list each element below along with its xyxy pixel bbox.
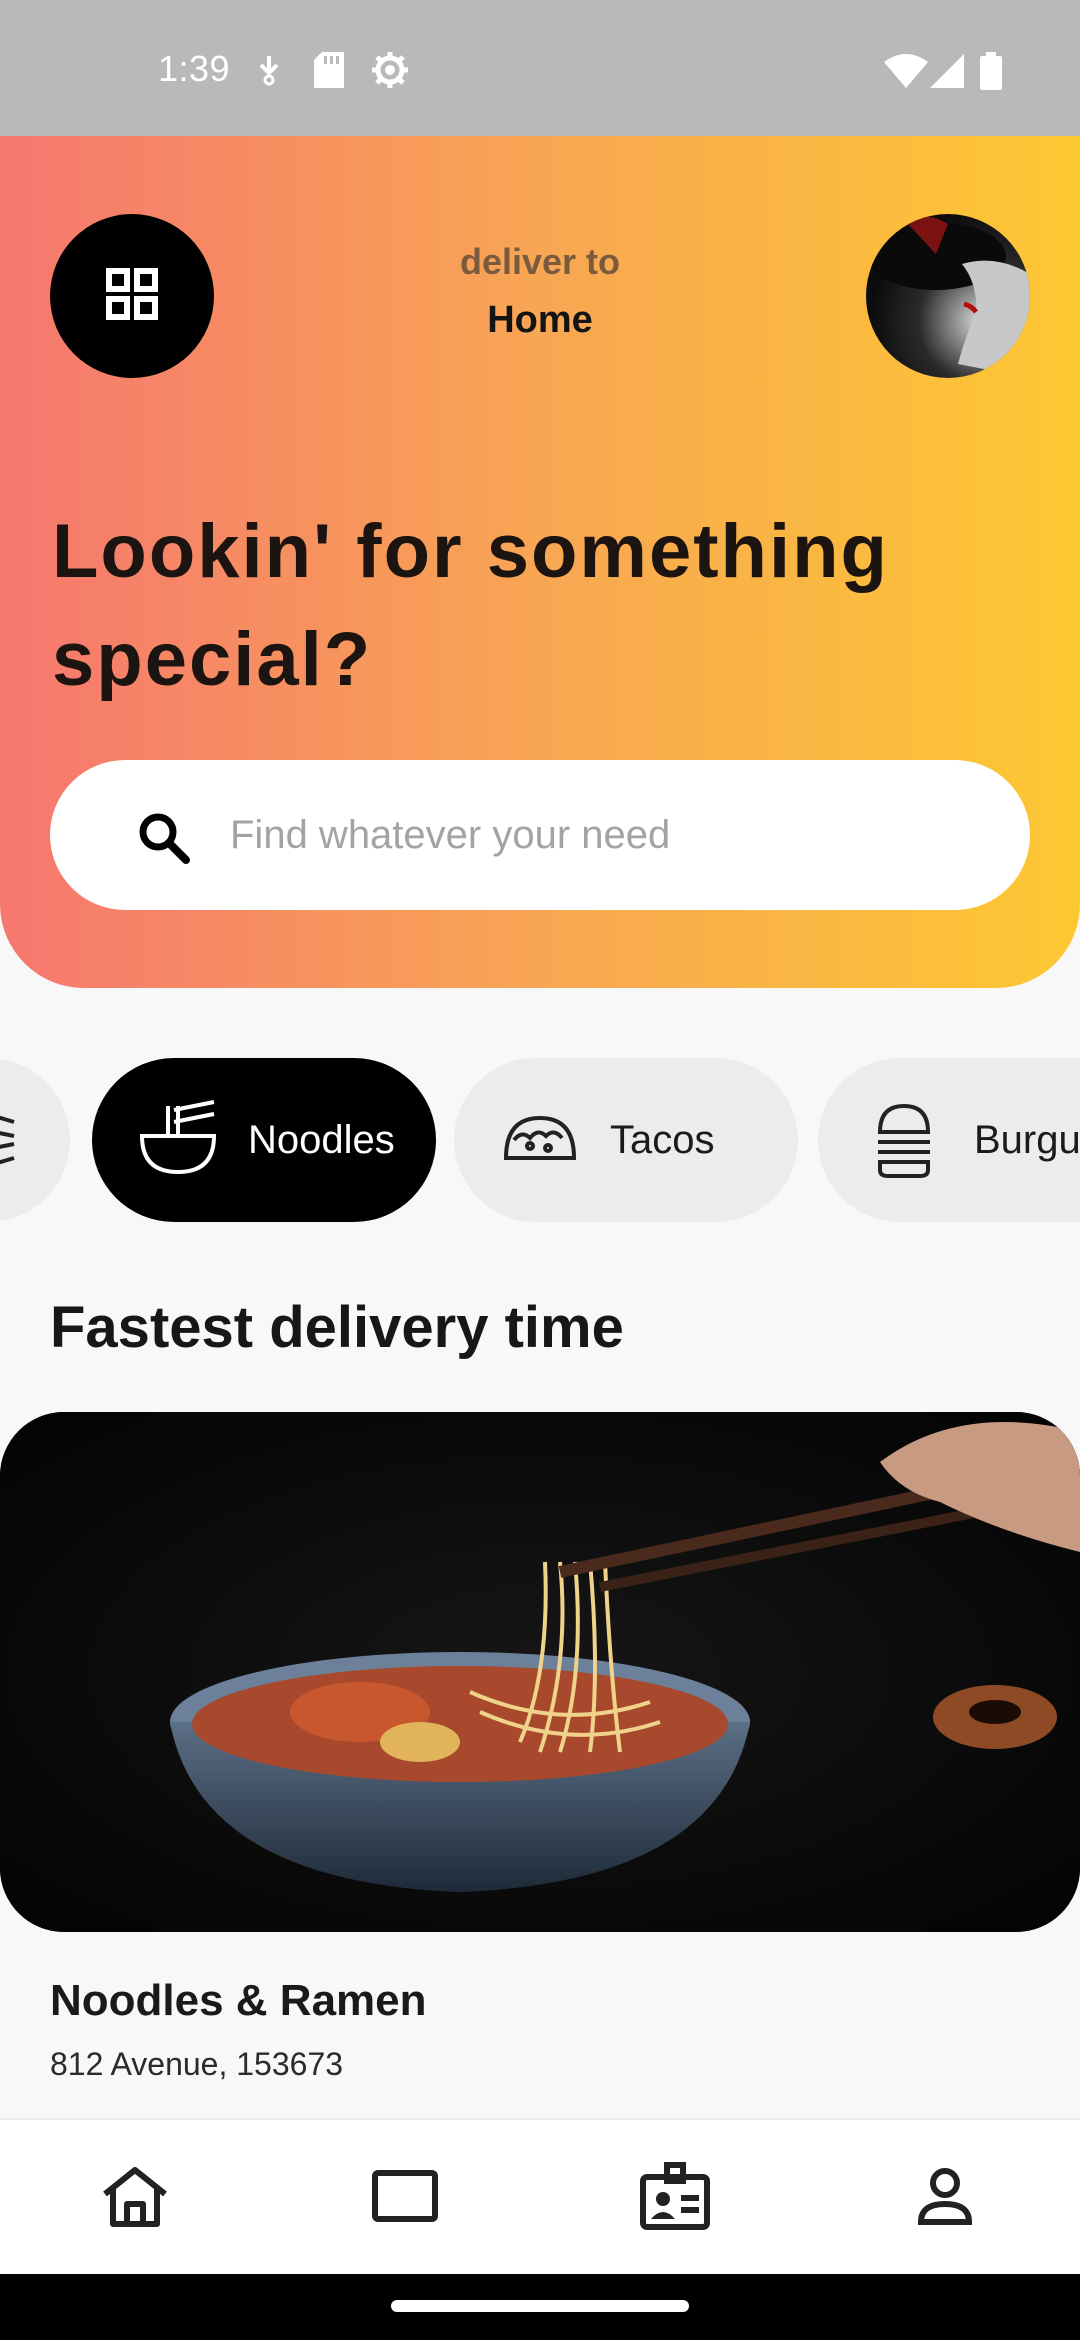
status-time: 1:39: [158, 48, 231, 89]
category-label: Noodles: [248, 1118, 395, 1162]
search-bar[interactable]: [50, 760, 1030, 910]
nav-orders[interactable]: [270, 2120, 540, 2276]
home-icon: [99, 2164, 171, 2233]
category-chip-tacos[interactable]: Tacos: [454, 1058, 798, 1222]
nav-profile[interactable]: [810, 2120, 1080, 2276]
category-chip-noodles[interactable]: Noodles: [92, 1058, 436, 1222]
search-icon: [136, 810, 192, 871]
restaurant-name[interactable]: Noodles & Ramen: [50, 1976, 427, 2026]
cell-signal-icon: [930, 54, 964, 93]
category-label: Burgue: [974, 1118, 1080, 1162]
battery-icon: [980, 52, 1002, 95]
profile-icon: [915, 2166, 975, 2231]
category-chip-list[interactable]: [0, 1058, 70, 1222]
gesture-navigation-bar: [0, 2274, 1080, 2340]
sd-card-icon: [314, 52, 344, 93]
header-banner: deliver to Home Lookin' for something sp…: [0, 136, 1080, 988]
avatar[interactable]: [866, 214, 1030, 378]
download-icon: [255, 54, 283, 91]
status-bar: 1:39: [0, 0, 1080, 136]
nav-account-card[interactable]: [540, 2120, 810, 2276]
category-chip-burgers[interactable]: Burgue: [818, 1058, 1080, 1222]
bottom-navigation: [0, 2118, 1080, 2274]
settings-gear-icon: [370, 50, 410, 95]
nav-home[interactable]: [0, 2120, 270, 2276]
menu-button[interactable]: [50, 214, 214, 378]
category-label: Tacos: [610, 1118, 715, 1162]
restaurant-address: 812 Avenue, 153673: [50, 2046, 344, 2082]
restaurant-card-image[interactable]: [0, 1412, 1080, 1932]
page-headline: Lookin' for something special?: [52, 509, 889, 702]
taco-icon: [500, 1100, 580, 1180]
tablet-icon: [372, 2169, 438, 2227]
list-icon: [0, 1108, 34, 1177]
category-list: Noodles Tacos Burgue: [0, 1058, 1080, 1222]
section-title: Fastest delivery time: [50, 1295, 624, 1360]
id-badge-icon: [639, 2161, 711, 2236]
noodle-bowl-icon: [138, 1100, 218, 1180]
wifi-icon: [884, 54, 928, 93]
search-input[interactable]: [230, 760, 990, 910]
burger-icon: [864, 1100, 944, 1180]
home-gesture-handle[interactable]: [391, 2300, 689, 2312]
